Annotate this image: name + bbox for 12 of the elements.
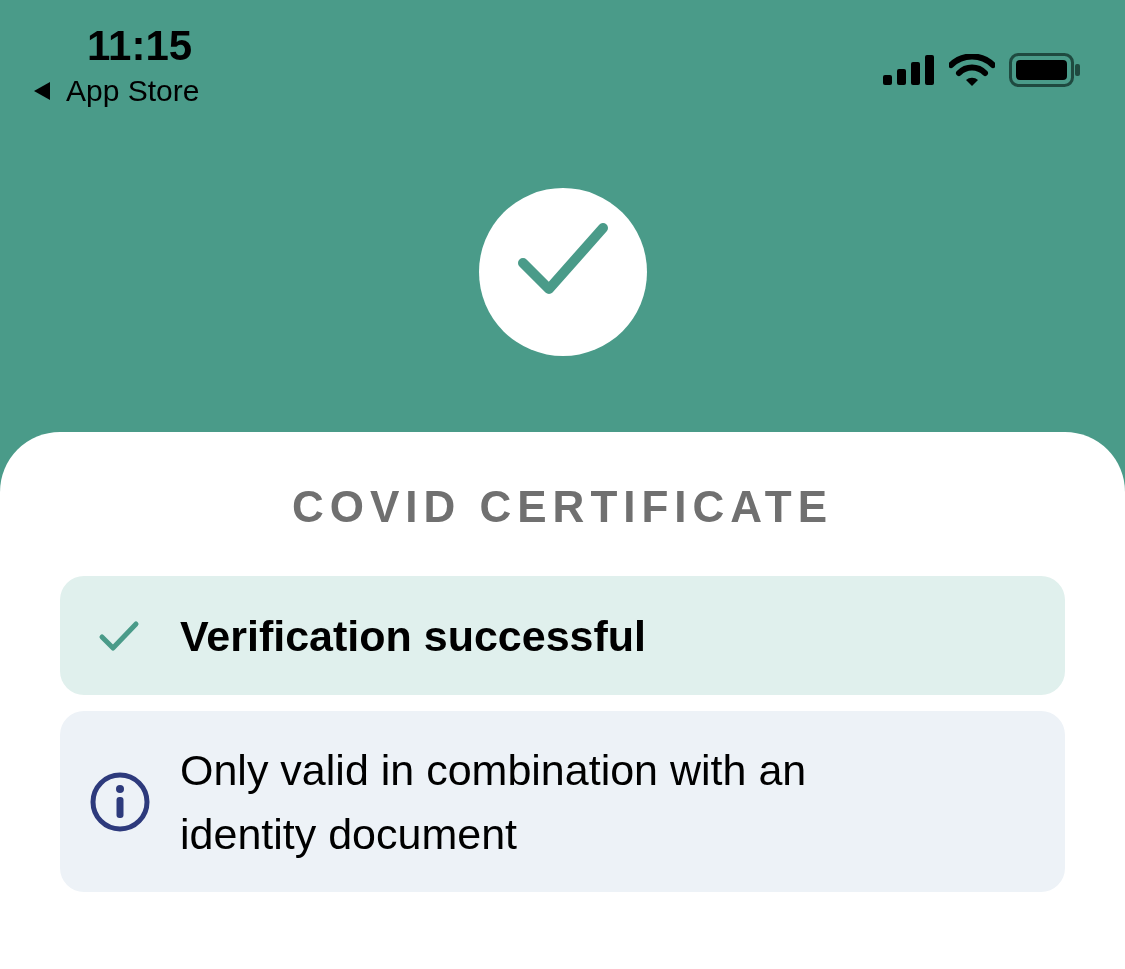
back-arrow-icon [32,81,52,101]
signal-icon [883,55,935,85]
check-circle-icon [478,188,647,356]
check-icon [98,619,140,652]
info-icon [90,771,150,832]
message-text: Verification successful [180,610,647,662]
card-title: COVID CERTIFICATE [291,482,834,532]
back-link[interactable]: App Store [32,74,200,108]
message-text: Only valid in combination with an identity document [180,744,808,860]
battery-icon [1009,53,1081,87]
wifi-icon [949,53,995,87]
status-time: 11:15 [87,21,193,71]
